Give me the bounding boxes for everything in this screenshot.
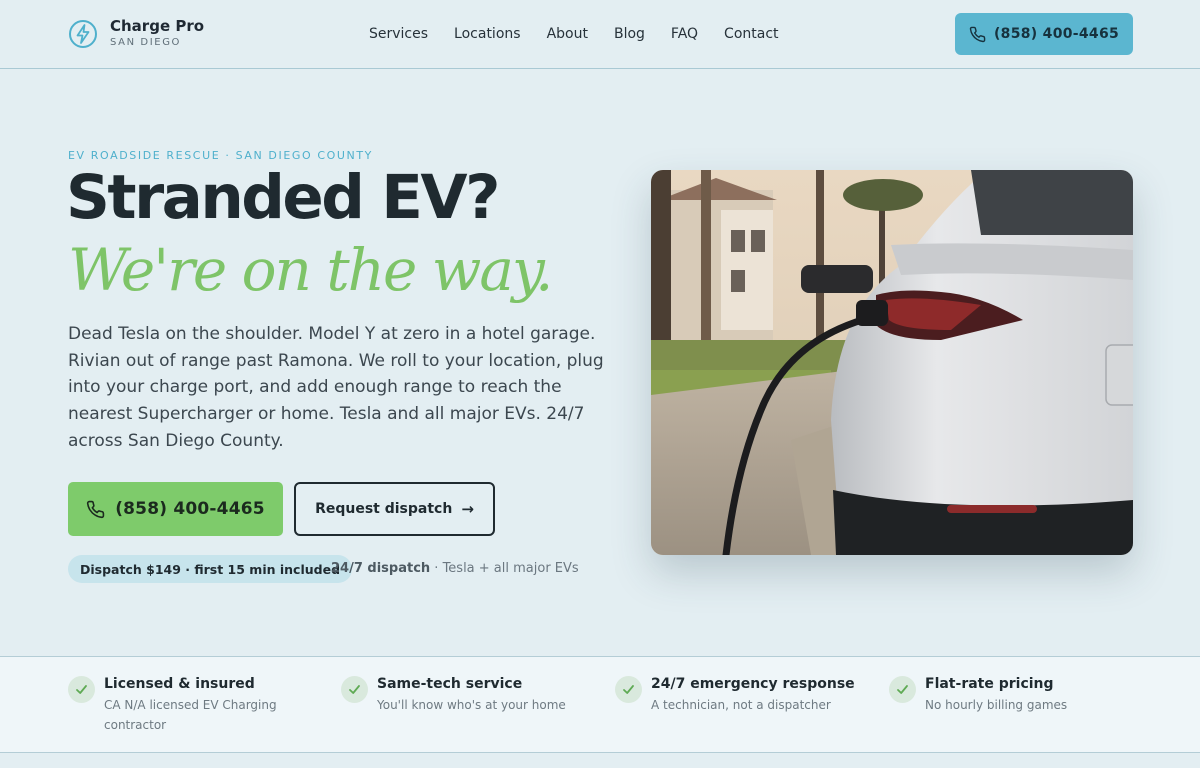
feature-title: Licensed & insured: [104, 676, 255, 692]
arrow-right-icon: →: [461, 500, 474, 518]
request-dispatch-label: Request dispatch: [315, 501, 453, 517]
nav-item-about[interactable]: About: [547, 24, 588, 44]
lightning-bolt-icon: [69, 19, 97, 48]
price-badge: Dispatch $149 · first 15 min included: [68, 555, 353, 583]
feature-same-tech: Same-tech service You'll know who's at y…: [341, 676, 567, 715]
request-dispatch-button[interactable]: Request dispatch →: [294, 482, 495, 536]
ev-charging-illustration: [651, 170, 1133, 555]
hero-ev-charging-image: [651, 170, 1133, 555]
check-icon: [615, 676, 642, 703]
feature-desc: You'll know who's at your home: [377, 698, 566, 712]
check-icon: [889, 676, 916, 703]
feature-title: Flat-rate pricing: [925, 676, 1054, 692]
feature-title: Same-tech service: [377, 676, 523, 692]
site-header: Charge Pro SAN DIEGO Services Locations …: [0, 0, 1200, 69]
nav-item-locations[interactable]: Locations: [454, 24, 521, 44]
header-call-label: (858) 400-4465: [993, 26, 1120, 42]
nav-item-contact[interactable]: Contact: [724, 24, 778, 44]
header-call-button[interactable]: (858) 400-4465: [955, 13, 1133, 55]
feature-desc: CA N/A licensed EV Charging contractor: [104, 698, 277, 732]
call-now-label: (858) 400-4465: [115, 499, 265, 519]
feature-desc: A technician, not a dispatcher: [651, 698, 831, 712]
feature-licensed: Licensed & insured CA N/A licensed EV Ch…: [68, 676, 284, 735]
check-icon: [341, 676, 368, 703]
dispatch-note-rest: · Tesla + all major EVs: [430, 561, 579, 576]
dispatch-note-strong: 24/7 dispatch: [331, 561, 431, 576]
dispatch-note: 24/7 dispatch · Tesla + all major EVs: [331, 561, 579, 576]
check-icon: [68, 676, 95, 703]
main-nav: Services Locations About Blog FAQ Contac…: [369, 24, 779, 44]
nav-item-services[interactable]: Services: [369, 24, 428, 44]
feature-emergency: 24/7 emergency response A technician, no…: [615, 676, 855, 715]
phone-icon: [969, 26, 986, 42]
hero-eyebrow: EV ROADSIDE RESCUE · SAN DIEGO COUNTY: [68, 149, 374, 162]
brand-logo[interactable]: Charge Pro SAN DIEGO: [68, 18, 204, 49]
feature-desc: No hourly billing games: [925, 698, 1068, 712]
features-strip: Licensed & insured CA N/A licensed EV Ch…: [0, 656, 1200, 753]
phone-icon: [87, 500, 105, 518]
feature-title: 24/7 emergency response: [651, 676, 855, 692]
brand-name: Charge Pro: [110, 17, 205, 35]
hero-headline-accent: We're on the way.: [68, 236, 553, 304]
hero-lead: Dead Tesla on the shoulder. Model Y at z…: [68, 324, 604, 451]
nav-item-faq[interactable]: FAQ: [671, 24, 698, 44]
call-now-button[interactable]: (858) 400-4465: [68, 482, 283, 536]
feature-flat-rate: Flat-rate pricing No hourly billing game…: [889, 676, 1115, 715]
nav-item-blog[interactable]: Blog: [614, 24, 645, 44]
hero-headline: Stranded EV?: [66, 162, 500, 233]
brand-location: SAN DIEGO: [110, 37, 182, 48]
